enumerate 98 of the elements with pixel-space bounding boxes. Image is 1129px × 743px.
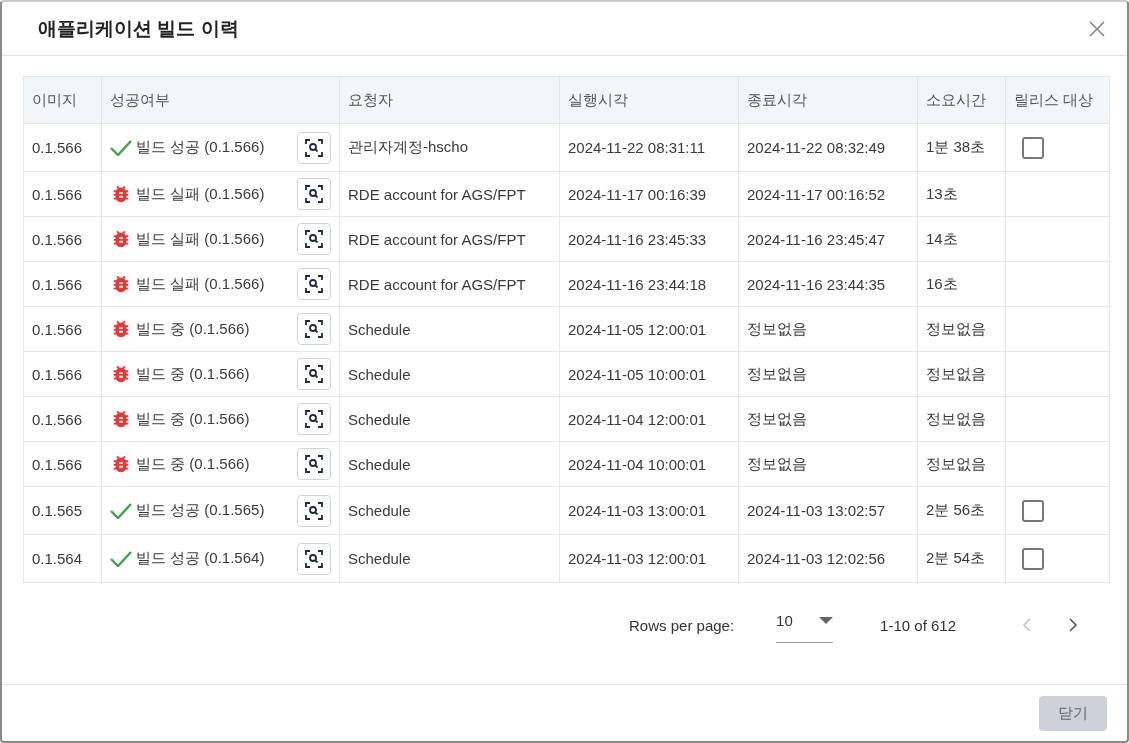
table-cell: 정보없음 [917,306,1006,352]
column-header: 요청자 [339,76,560,124]
checkbox[interactable] [1022,499,1044,522]
page-range: 1-10 of 612 [880,616,956,634]
status-text: 빌드 중 (0.1.566) [136,454,250,474]
status-text: 빌드 실패 (0.1.566) [136,274,265,294]
table-cell: 2024-11-03 12:00:01 [559,534,739,583]
table-cell: RDE account for AGS/FPT [339,261,560,307]
table-cell: 2분 54초 [917,534,1006,583]
table-cell: 정보없음 [738,441,918,487]
table-cell: 2024-11-16 23:44:18 [559,261,739,307]
table-cell: 정보없음 [917,441,1006,487]
view-button[interactable] [297,403,331,435]
search-icon [305,320,323,338]
search-icon [305,365,323,383]
table-cell: 정보없음 [738,396,918,442]
column-header: 실행시각 [559,76,739,124]
status-text: 빌드 실패 (0.1.566) [136,229,265,249]
table-cell: 2024-11-05 10:00:01 [559,351,739,397]
status-text: 빌드 성공 (0.1.565) [136,501,265,520]
view-button[interactable] [297,313,331,345]
search-icon [305,275,323,293]
search-icon [305,230,323,248]
status-text: 빌드 실패 (0.1.566) [136,184,265,204]
table-cell: 2024-11-22 08:32:49 [738,123,918,172]
view-button[interactable] [297,268,331,300]
table-cell: 16초 [917,261,1006,307]
search-icon [305,185,323,203]
status-text: 빌드 중 (0.1.566) [136,409,250,429]
table-cell: 2024-11-03 12:02:56 [738,534,918,583]
table-cell: 2024-11-03 13:00:01 [559,486,739,535]
column-header: 성공여부 [101,76,340,124]
table-cell: 2024-11-03 13:02:57 [738,486,918,535]
status-text: 빌드 성공 (0.1.566) [136,138,265,157]
dialog-title: 애플리케이션 빌드 이력 [38,16,239,41]
table-cell: 0.1.566 [23,123,102,172]
table-cell: Schedule [339,306,560,352]
view-button[interactable] [297,358,331,390]
table-cell: Schedule [339,351,560,397]
table-cell: 2024-11-16 23:45:33 [559,216,739,262]
table-cell: 정보없음 [917,351,1006,397]
view-button[interactable] [297,131,331,164]
search-icon [305,410,323,428]
view-button[interactable] [297,178,331,210]
table-cell: 2024-11-16 23:45:47 [738,216,918,262]
view-button[interactable] [297,542,331,575]
table-cell: Schedule [339,441,560,487]
table-cell: 2024-11-22 08:31:11 [559,123,739,172]
status-text: 빌드 중 (0.1.566) [136,319,250,339]
table-cell: 2024-11-04 10:00:01 [559,441,739,487]
check-icon [110,550,132,567]
table-cell: 2024-11-16 23:44:35 [738,261,918,307]
checkbox[interactable] [1022,547,1044,570]
table-cell: 정보없음 [738,351,918,397]
table-cell: 0.1.566 [23,396,102,442]
table-cell: 0.1.564 [23,534,102,583]
search-icon [305,549,323,568]
search-icon [305,455,323,473]
table-cell: 정보없음 [917,396,1006,442]
table-cell: 0.1.566 [23,441,102,487]
view-button[interactable] [297,494,331,527]
checkbox[interactable] [1022,136,1044,159]
table-cell: 관리자계정-hscho [339,123,560,172]
rows-per-page-select[interactable]: 10 [776,607,834,643]
table-cell: 0.1.566 [23,261,102,307]
column-header: 소요시간 [917,76,1006,124]
table-cell: 2분 56초 [917,486,1006,535]
column-header: 종료시각 [738,76,918,124]
table-cell: Schedule [339,396,560,442]
column-header: 이미지 [23,76,102,124]
search-icon [305,138,323,157]
table-cell: 0.1.566 [23,216,102,262]
table-cell: 정보없음 [738,306,918,352]
table-cell: 0.1.566 [23,306,102,352]
table-cell: 1분 38초 [917,123,1006,172]
table-cell: 2024-11-17 00:16:52 [738,171,918,217]
table-cell: RDE account for AGS/FPT [339,216,560,262]
table-cell: Schedule [339,534,560,583]
view-button[interactable] [297,448,331,480]
table-cell: 0.1.566 [23,351,102,397]
table-cell: 2024-11-04 12:00:01 [559,396,739,442]
status-text: 빌드 성공 (0.1.564) [136,549,265,568]
caret-icon [819,617,834,625]
view-button[interactable] [297,223,331,255]
table-cell: 0.1.565 [23,486,102,535]
check-icon [110,139,132,156]
table-cell: 0.1.566 [23,171,102,217]
table-cell: 2024-11-17 00:16:39 [559,171,739,217]
status-text: 빌드 중 (0.1.566) [136,364,250,384]
search-icon [305,501,323,520]
table-cell: RDE account for AGS/FPT [339,171,560,217]
column-header: 릴리스 대상 [1005,76,1110,124]
rows-per-page-label: Rows per page: [629,616,735,634]
table-cell: 14초 [917,216,1006,262]
table-cell: Schedule [339,486,560,535]
check-icon [110,502,132,519]
table-cell: 13초 [917,171,1006,217]
table-cell: 2024-11-05 12:00:01 [559,306,739,352]
